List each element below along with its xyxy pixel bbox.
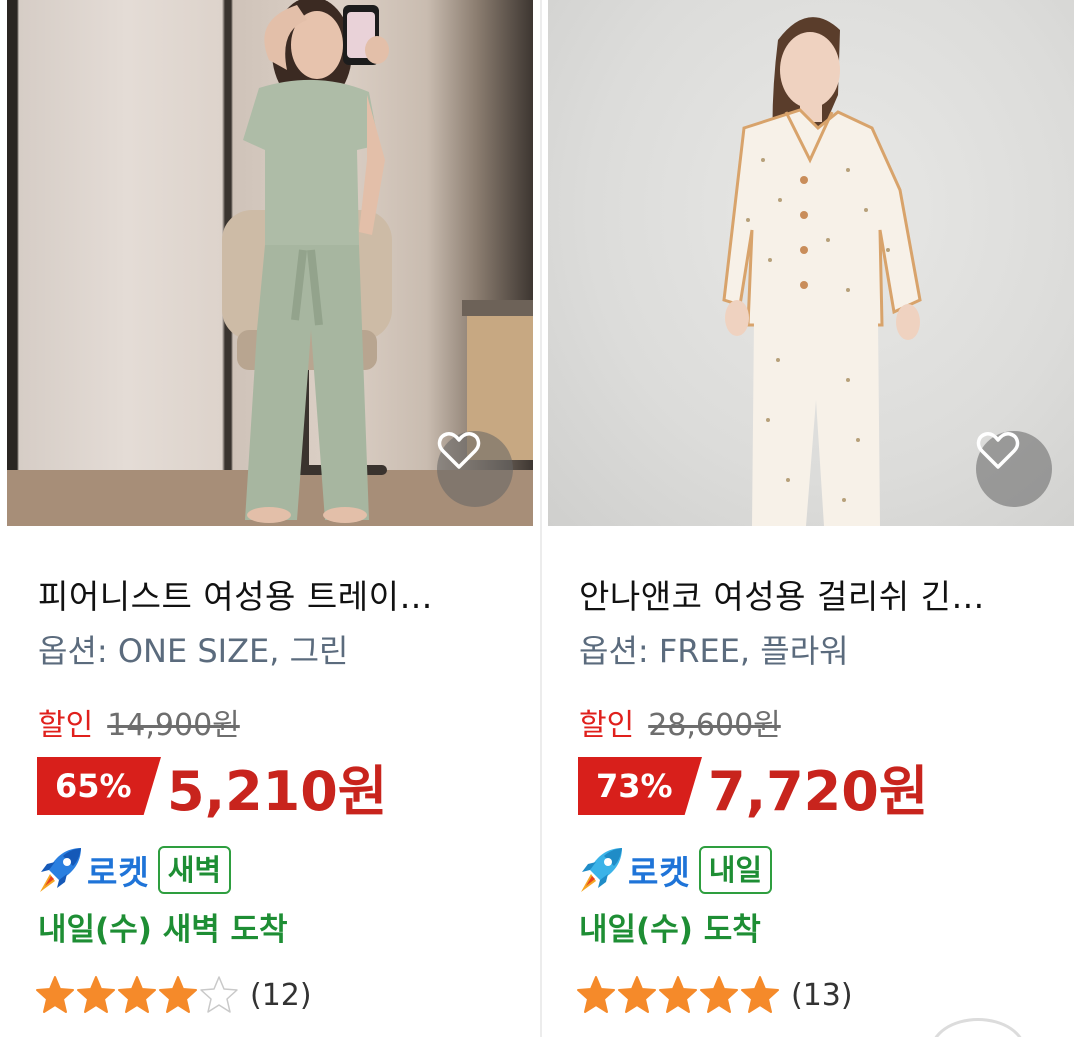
original-price: 28,600원 bbox=[648, 708, 781, 743]
rocket-delivery-badge: 로켓 내일 bbox=[578, 842, 773, 898]
product-card[interactable]: 안나앤코 여성용 걸리쉬 긴… 옵션: FREE, 플라워 할인 28,600원 … bbox=[548, 0, 1074, 1037]
column-divider bbox=[540, 0, 542, 1037]
product-card[interactable]: 피어니스트 여성용 트레이… 옵션: ONE SIZE, 그린 할인 14,900… bbox=[7, 0, 533, 1037]
arrival-info: 내일(수) 새벽 도착 bbox=[38, 912, 288, 948]
product-image[interactable] bbox=[548, 0, 1074, 526]
product-option: 옵션: ONE SIZE, 그린 bbox=[38, 632, 349, 670]
product-option: 옵션: FREE, 플라워 bbox=[579, 632, 849, 670]
review-count: (13) bbox=[791, 977, 853, 1013]
product-title[interactable]: 안나앤코 여성용 걸리쉬 긴… bbox=[579, 570, 1049, 618]
original-price: 14,900원 bbox=[107, 708, 240, 743]
heart-outline-icon bbox=[437, 432, 481, 469]
rocket-icon bbox=[581, 848, 622, 892]
rocket-label: 로켓 bbox=[87, 853, 150, 892]
star-empty-icon bbox=[200, 976, 238, 1013]
rating-row: (12) bbox=[35, 970, 312, 1020]
star-filled-icon bbox=[159, 976, 197, 1013]
product-title[interactable]: 피어니스트 여성용 트레이… bbox=[38, 570, 508, 618]
sale-price: 5,210원 bbox=[167, 759, 388, 823]
rocket-icon bbox=[40, 848, 81, 892]
wishlist-button[interactable] bbox=[976, 431, 1052, 507]
review-count: (12) bbox=[250, 977, 312, 1013]
star-filled-icon bbox=[118, 976, 156, 1013]
star-filled-icon bbox=[741, 976, 779, 1013]
rocket-delivery-badge: 로켓 새벽 bbox=[37, 842, 232, 898]
discount-badge: 73% bbox=[578, 757, 702, 815]
sale-label: 할인 bbox=[38, 708, 94, 743]
arrival-info: 내일(수) 도착 bbox=[579, 912, 761, 948]
rocket-label: 로켓 bbox=[628, 853, 691, 892]
sale-label: 할인 bbox=[579, 708, 635, 743]
star-filled-icon bbox=[77, 976, 115, 1013]
heart-outline-icon bbox=[976, 432, 1020, 469]
star-filled-icon bbox=[577, 976, 615, 1013]
rocket-type-tag: 내일 bbox=[698, 846, 773, 894]
star-filled-icon bbox=[659, 976, 697, 1013]
price-row: 65% 5,210원 bbox=[37, 756, 388, 823]
product-image[interactable] bbox=[7, 0, 533, 526]
rating-row: (13) bbox=[576, 970, 853, 1020]
star-filled-icon bbox=[700, 976, 738, 1013]
original-price-row: 할인 14,900원 bbox=[38, 700, 240, 744]
wishlist-button[interactable] bbox=[437, 431, 513, 507]
product-grid: 피어니스트 여성용 트레이… 옵션: ONE SIZE, 그린 할인 14,900… bbox=[0, 0, 1080, 1037]
discount-badge: 65% bbox=[37, 757, 161, 815]
sale-price: 7,720원 bbox=[708, 759, 929, 823]
star-rating bbox=[35, 975, 240, 1015]
original-price-row: 할인 28,600원 bbox=[579, 700, 781, 744]
star-rating bbox=[576, 975, 781, 1015]
price-row: 73% 7,720원 bbox=[578, 756, 929, 823]
star-filled-icon bbox=[36, 976, 74, 1013]
rocket-type-tag: 새벽 bbox=[157, 846, 232, 894]
star-filled-icon bbox=[618, 976, 656, 1013]
